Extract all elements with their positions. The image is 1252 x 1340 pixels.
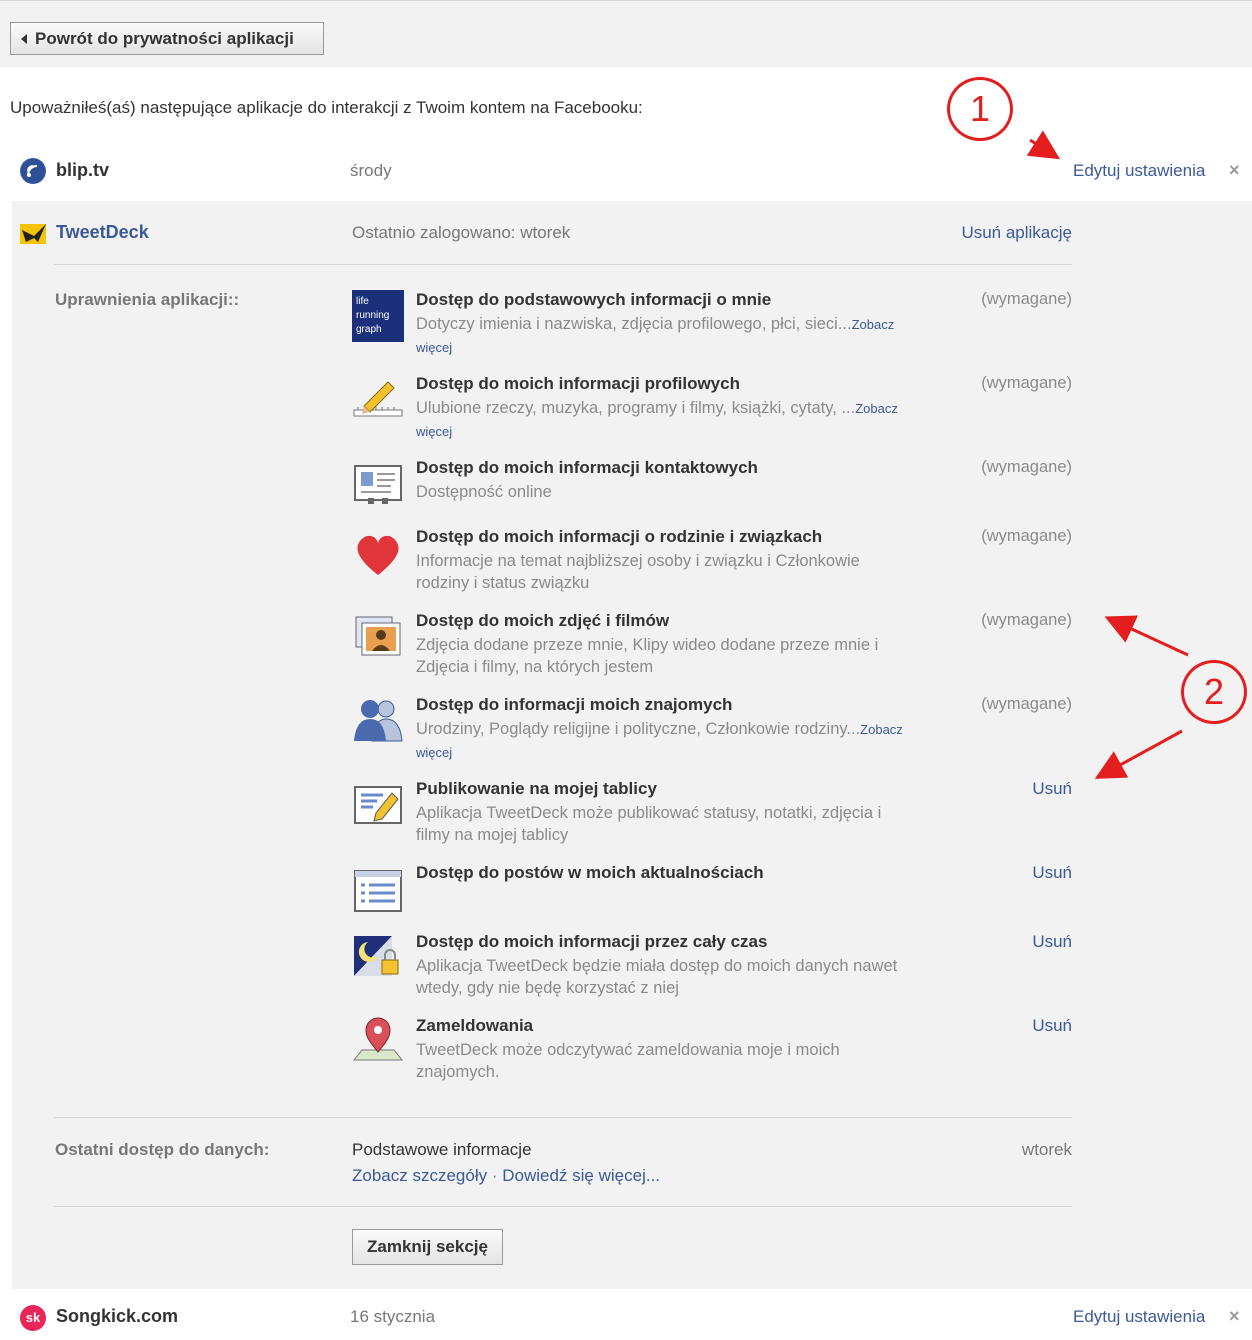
annotation-arrow — [1094, 729, 1183, 779]
annotation-arrows — [1026, 130, 1189, 779]
annotation-arrow — [1026, 130, 1061, 160]
annotation-arrow — [1104, 615, 1189, 657]
